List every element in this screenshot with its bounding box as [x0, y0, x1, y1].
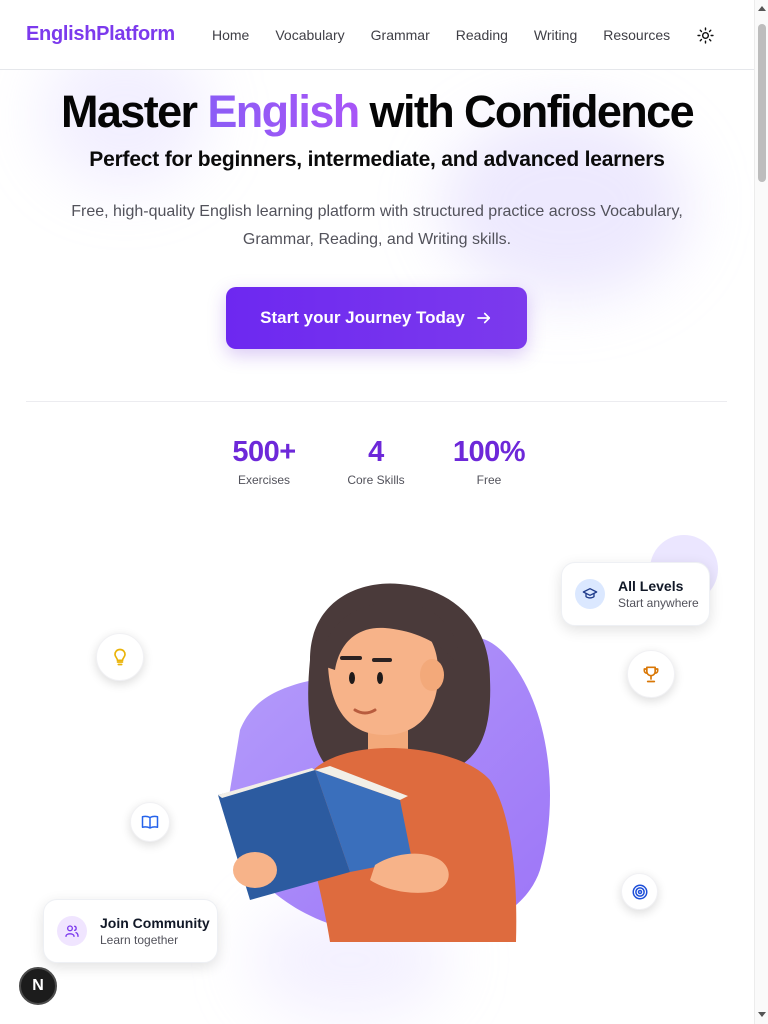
- hero-title-accent: English: [207, 86, 360, 137]
- stat-exercises: 500+ Exercises: [214, 436, 314, 487]
- nav-writing[interactable]: Writing: [534, 27, 577, 43]
- brand-logo[interactable]: EnglishPlatform: [26, 23, 175, 46]
- nav-reading[interactable]: Reading: [456, 27, 508, 43]
- site-header: EnglishPlatform Home Vocabulary Grammar …: [0, 0, 754, 70]
- stat-free: 100% Free: [439, 436, 539, 487]
- stat-value: 4: [368, 436, 384, 468]
- stat-label: Core Skills: [347, 473, 405, 487]
- scroll-down-arrow-icon[interactable]: [758, 1012, 766, 1017]
- sun-icon: [697, 26, 714, 44]
- stat-core-skills: 4 Core Skills: [326, 436, 426, 487]
- section-divider: [26, 401, 727, 402]
- nav-grammar[interactable]: Grammar: [371, 27, 430, 43]
- card-subtitle: Learn together: [100, 933, 179, 947]
- stat-value: 100%: [452, 436, 526, 468]
- book-open-icon: [130, 802, 170, 842]
- card-title: Join Community: [100, 915, 210, 931]
- graduation-cap-icon: [575, 579, 605, 609]
- users-icon: [57, 916, 87, 946]
- card-subtitle: Start anywhere: [618, 596, 699, 610]
- dev-tools-badge[interactable]: N: [19, 967, 57, 1005]
- all-levels-card: All Levels Start anywhere: [561, 562, 710, 626]
- stat-label: Exercises: [237, 473, 290, 487]
- landing-page: EnglishPlatform Home Vocabulary Grammar …: [0, 0, 754, 1024]
- start-journey-label: Start your Journey Today: [260, 308, 465, 327]
- nav-home[interactable]: Home: [212, 27, 249, 43]
- scrollbar-thumb[interactable]: [758, 24, 766, 182]
- card-title: All Levels: [618, 578, 684, 594]
- target-icon: [621, 873, 658, 910]
- stat-value: 500+: [232, 436, 296, 468]
- join-community-card: Join Community Learn together: [43, 899, 218, 963]
- theme-toggle-button[interactable]: [696, 26, 714, 44]
- page-scrollbar[interactable]: [754, 0, 768, 1024]
- scroll-up-arrow-icon[interactable]: [758, 6, 766, 11]
- hero-subtitle: Perfect for beginners, intermediate, and…: [89, 148, 665, 171]
- trophy-icon: [627, 650, 675, 698]
- stat-label: Free: [476, 473, 502, 487]
- arrow-right-icon: [475, 309, 493, 327]
- girl-reading-illustration: [218, 583, 550, 942]
- hero-title-end: with Confidence: [358, 86, 695, 137]
- nav-vocabulary[interactable]: Vocabulary: [275, 27, 344, 43]
- hero-title-start: Master: [60, 86, 208, 137]
- main-nav: Home Vocabulary Grammar Reading Writing …: [212, 26, 714, 44]
- lightbulb-icon: [96, 633, 144, 681]
- start-journey-button[interactable]: Start your Journey Today: [226, 287, 527, 349]
- hero-description: Free, high-quality English learning plat…: [71, 203, 683, 248]
- nav-resources[interactable]: Resources: [603, 27, 670, 43]
- hero-title: Master English with Confidence: [0, 86, 754, 138]
